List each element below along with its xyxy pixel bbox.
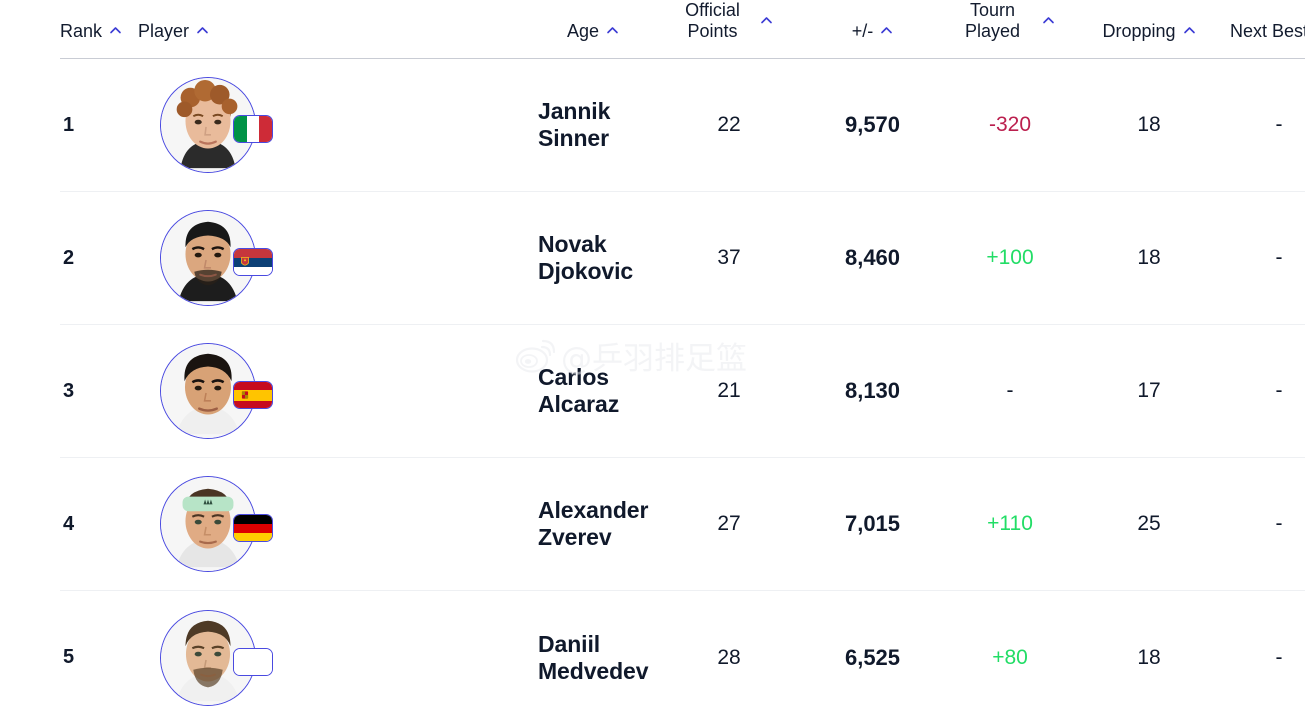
column-label-age: Age [566,20,600,41]
rankings-table-container: Rank Player Age Official Points +/- Tour… [0,0,1305,719]
column-header-player[interactable]: Player [138,0,538,59]
cell-tourn-played: 17 [1137,379,1161,403]
column-label-tourn-played: Tourn Played [964,0,1021,42]
column-header-plus-minus[interactable]: +/- [810,0,935,59]
flag-badge-neutral [233,647,273,676]
cell-tourn-played: 18 [1137,246,1161,270]
chevron-up-icon[interactable] [760,14,773,27]
cell-rank: 3 [63,379,75,402]
table-row[interactable]: 3 Carlos Alcaraz 21 8,130 - 17 - [60,325,1305,458]
cell-avatar[interactable] [138,325,538,458]
cell-dropping: - [1275,379,1283,403]
cell-avatar[interactable] [138,458,538,591]
cell-dropping: - [1275,246,1283,270]
spain-coat-of-arms [242,391,249,400]
cell-plus-minus: +80 [992,645,1028,669]
cell-avatar[interactable] [138,591,538,719]
cell-age: 21 [717,379,741,403]
column-label-rank: Rank [60,20,103,41]
cell-avatar[interactable] [138,192,538,325]
column-label-player: Player [138,20,190,41]
column-label-next-best: Next Best [1229,20,1305,41]
column-header-official-points[interactable]: Official Points [648,0,810,59]
cell-age: 37 [717,246,741,270]
avatar[interactable] [160,609,273,706]
cell-player-name[interactable]: Jannik Sinner [538,59,648,192]
table-body: 1 Jannik Sinner 22 9,570 -320 18 - 2 Nov… [60,59,1305,719]
cell-age: 27 [717,512,741,536]
serbia-coat-of-arms [241,257,250,266]
cell-plus-minus: +100 [986,246,1034,270]
cell-rank: 4 [63,512,75,535]
cell-dropping: - [1275,113,1283,137]
flag-badge-serbia [233,248,273,277]
cell-avatar[interactable] [138,59,538,192]
chevron-up-icon[interactable] [109,24,122,37]
column-header-next-best[interactable]: Next Best [1213,0,1305,59]
chevron-up-icon[interactable] [880,24,893,37]
cell-dropping: - [1275,512,1283,536]
flag-badge-spain [233,381,273,410]
cell-rank: 1 [63,113,75,136]
column-label-official-points: Official Points [685,0,740,42]
column-header-dropping[interactable]: Dropping [1085,0,1213,59]
avatar[interactable] [160,343,273,440]
chevron-up-icon[interactable] [1042,14,1055,27]
cell-player-name[interactable]: Daniil Medvedev [538,591,649,719]
cell-player-name[interactable]: Carlos Alcaraz [538,325,648,458]
cell-rank: 5 [63,646,75,669]
avatar[interactable] [160,210,273,307]
cell-age: 22 [717,113,741,137]
avatar[interactable] [160,476,273,573]
cell-official-points: 7,015 [844,511,901,537]
column-header-rank[interactable]: Rank [60,0,138,59]
flag-badge-italy [233,115,273,144]
cell-plus-minus: +110 [987,512,1033,536]
table-row[interactable]: 2 Novak Djokovic 37 8,460 +100 18 - [60,192,1305,325]
cell-dropping: - [1275,645,1283,669]
chevron-up-icon[interactable] [1183,24,1196,37]
cell-tourn-played: 25 [1137,512,1161,536]
cell-plus-minus: - [1006,379,1014,403]
column-label-dropping: Dropping [1102,20,1176,41]
cell-tourn-played: 18 [1137,113,1161,137]
rankings-table: Rank Player Age Official Points +/- Tour… [60,0,1305,719]
cell-player-name[interactable]: Alexander Zverev [538,458,648,591]
cell-official-points: 9,570 [844,112,901,138]
avatar[interactable] [160,77,273,174]
chevron-up-icon[interactable] [606,24,619,37]
column-label-plus-minus: +/- [851,20,874,41]
cell-official-points: 8,130 [844,378,901,404]
chevron-up-icon[interactable] [196,24,209,37]
table-row[interactable]: 1 Jannik Sinner 22 9,570 -320 18 - [60,59,1305,192]
cell-tourn-played: 18 [1137,645,1161,669]
table-row[interactable]: 4 Alexander Zverev 27 7,015 +110 25 - [60,458,1305,591]
flag-badge-germany [233,514,273,543]
cell-age: 28 [717,645,741,669]
cell-official-points: 8,460 [844,245,901,271]
cell-player-name[interactable]: Novak Djokovic [538,192,648,325]
cell-plus-minus: -320 [988,113,1032,137]
table-header-row: Rank Player Age Official Points +/- Tour… [60,0,1305,59]
table-row[interactable]: 5 Daniil Medvedev 28 6,525 +80 18 - [60,591,1305,719]
cell-rank: 2 [63,246,75,269]
cell-official-points: 6,525 [844,644,901,670]
column-header-tourn-played[interactable]: Tourn Played [935,0,1085,59]
table-header: Rank Player Age Official Points +/- Tour… [60,0,1305,59]
column-header-age[interactable]: Age [538,0,648,59]
